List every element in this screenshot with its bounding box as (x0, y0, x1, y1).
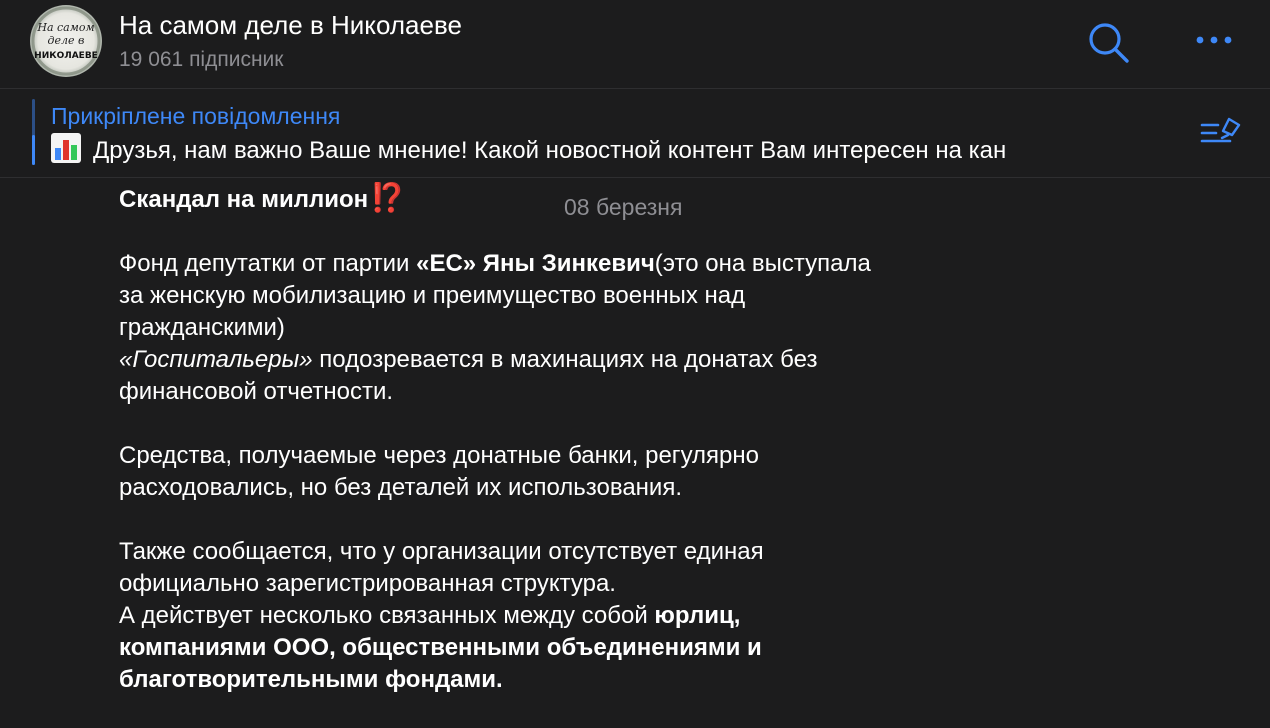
pinned-list-button[interactable] (1196, 115, 1244, 151)
more-button[interactable] (1190, 22, 1238, 58)
chart-icon (51, 133, 81, 163)
avatar-text-line2: деле в (48, 34, 85, 47)
search-icon (1089, 23, 1129, 63)
avatar-text-line1: На самом (36, 21, 94, 34)
channel-post: Скандал на миллион⁉️ Фонд депутатки от п… (119, 182, 879, 728)
post-title: Скандал на миллион (119, 186, 369, 213)
avatar-logo: На самом деле в НИКОЛАЕВЕ (31, 6, 101, 76)
p3-text-2: А действует несколько связанных между со… (119, 602, 655, 629)
post-title-line: Скандал на миллион⁉️ (119, 182, 879, 216)
p1-text-1: Фонд депутатки от партии (119, 250, 417, 277)
post-paragraph-1: Фонд депутатки от партии «ЕС» Яны Зинкев… (119, 248, 879, 408)
search-button[interactable] (1084, 18, 1132, 66)
exclamation-question-icon: ⁉️ (370, 182, 405, 213)
subscriber-count: 19 061 підписник (119, 48, 284, 71)
chat-header: На самом деле в НИКОЛАЕВЕ На самом деле … (0, 0, 1270, 89)
avatar-text-line3: НИКОЛАЕВЕ (34, 51, 98, 61)
p1-italic-1: «Госпитальеры» (119, 346, 313, 373)
p1-bold-1: «ЕС» Яны Зинкевич (416, 250, 655, 277)
channel-title[interactable]: На самом деле в Николаеве (119, 10, 462, 41)
pinned-text: Друзья, нам важно Ваше мнение! Какой нов… (93, 137, 1007, 164)
pinned-text-row[interactable]: Друзья, нам важно Ваше мнение! Какой нов… (51, 133, 1151, 167)
channel-avatar[interactable]: На самом деле в НИКОЛАЕВЕ (30, 5, 102, 77)
post-paragraph-2: Средства, получаемые через донатные банк… (119, 442, 759, 501)
pinned-title: Прикріплене повідомлення (51, 103, 341, 129)
pinned-message-bar[interactable]: Прикріплене повідомлення Друзья, нам важ… (0, 89, 1270, 178)
pinned-indicator-active (32, 135, 35, 165)
p3-text-1: Также сообщается, что у организации отсу… (119, 538, 764, 597)
pinned-list-icon (1200, 117, 1241, 143)
more-icon (1196, 36, 1232, 44)
post-paragraph-3: Также сообщается, что у организации отсу… (119, 536, 879, 696)
